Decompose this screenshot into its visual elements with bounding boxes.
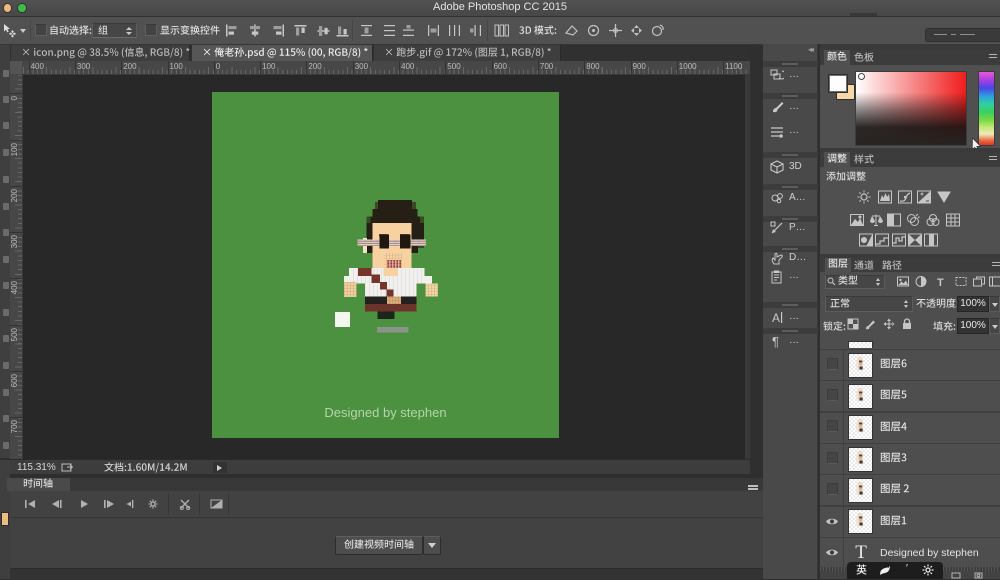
- svg-text:¶: ¶: [772, 334, 779, 348]
- svg-text:T: T: [937, 277, 944, 288]
- svg-text:A: A: [772, 311, 780, 324]
